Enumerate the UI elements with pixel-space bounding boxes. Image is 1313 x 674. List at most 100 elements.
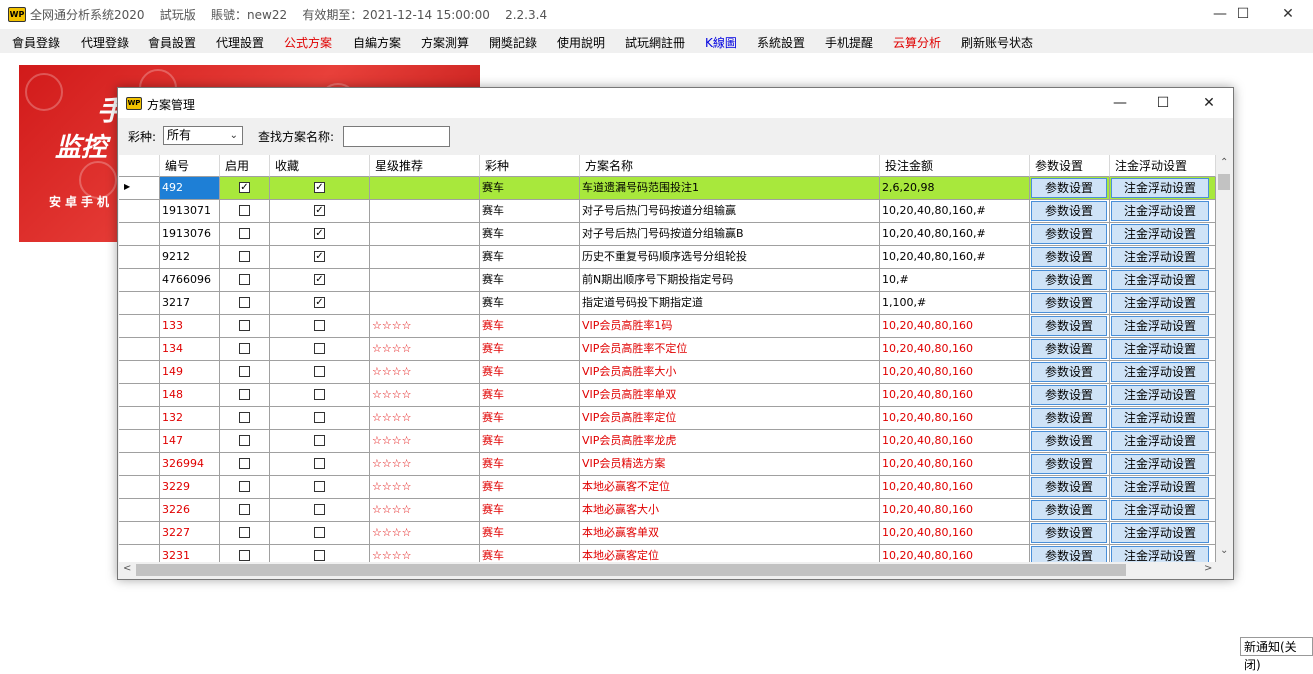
horizontal-scrollbar[interactable]: < > [119,562,1216,578]
row-header[interactable] [119,269,160,292]
horizontal-scroll-thumb[interactable] [136,564,1126,576]
enabled-checkbox[interactable] [239,366,250,377]
menu-item[interactable]: 系統設置 [757,34,805,51]
menu-item[interactable]: 試玩網註冊 [625,34,685,51]
vertical-scrollbar[interactable]: ⌃ ⌄ [1216,155,1232,562]
table-row[interactable]: 326994 ☆☆☆☆ 赛车 VIP会员精选方案 10,20,40,80,160 参数设置… [119,453,1216,476]
bet-float-settings-button[interactable]: 注金浮动设置 [1111,270,1209,290]
table-row[interactable]: 1913071 ✓ 赛车 对子号后热门号码按道分组输赢 10,20,40,80,160,… [119,200,1216,223]
favorite-checkbox[interactable] [314,320,325,331]
bet-float-settings-button[interactable]: 注金浮动设置 [1111,523,1209,543]
menu-item[interactable]: 代理設置 [216,34,264,51]
favorite-checkbox[interactable] [314,481,325,492]
scroll-up-icon[interactable]: ⌃ [1220,157,1228,168]
bet-float-settings-button[interactable]: 注金浮动设置 [1111,362,1209,382]
menu-item[interactable]: 手机提醒 [825,34,873,51]
params-settings-button[interactable]: 参数设置 [1031,201,1107,221]
favorite-checkbox[interactable] [314,435,325,446]
search-input[interactable] [343,126,450,147]
row-header[interactable] [119,407,160,430]
bet-float-settings-button[interactable]: 注金浮动设置 [1111,454,1209,474]
params-settings-button[interactable]: 参数设置 [1031,408,1107,428]
enabled-checkbox[interactable] [239,527,250,538]
menu-item[interactable]: 使用說明 [557,34,605,51]
favorite-checkbox[interactable] [314,458,325,469]
enabled-checkbox[interactable] [239,297,250,308]
column-header[interactable]: 彩种 [480,155,580,177]
favorite-checkbox[interactable] [314,504,325,515]
enabled-checkbox[interactable] [239,205,250,216]
bet-float-settings-button[interactable]: 注金浮动设置 [1111,431,1209,451]
scroll-right-icon[interactable]: > [1204,563,1212,574]
params-settings-button[interactable]: 参数设置 [1031,293,1107,313]
favorite-checkbox[interactable] [314,389,325,400]
row-header[interactable] [119,246,160,269]
bet-float-settings-button[interactable]: 注金浮动设置 [1111,546,1209,562]
column-header[interactable]: 收藏 [270,155,370,177]
row-header[interactable] [119,453,160,476]
enabled-checkbox[interactable]: ✓ [239,182,250,193]
favorite-checkbox[interactable]: ✓ [314,182,325,193]
enabled-checkbox[interactable] [239,343,250,354]
favorite-checkbox[interactable]: ✓ [314,205,325,216]
favorite-checkbox[interactable] [314,550,325,561]
bet-float-settings-button[interactable]: 注金浮动设置 [1111,477,1209,497]
enabled-checkbox[interactable] [239,251,250,262]
row-header[interactable] [119,200,160,223]
table-row[interactable]: 4766096 ✓ 赛车 前N期出顺序号下期投指定号码 10,# 参数设置 注金浮动设置 [119,269,1216,292]
row-header[interactable]: ▶ [119,177,160,200]
enabled-checkbox[interactable] [239,412,250,423]
table-row[interactable]: ▶ 492 ✓ ✓ 赛车 车道遗漏号码范围投注1 2,6,20,98 参数设置 注金浮动设置 [119,177,1216,200]
scroll-left-icon[interactable]: < [123,563,131,574]
favorite-checkbox[interactable]: ✓ [314,297,325,308]
table-row[interactable]: 3217 ✓ 赛车 指定道号码投下期指定道 1,100,# 参数设置 注金浮动设置 [119,292,1216,315]
params-settings-button[interactable]: 参数设置 [1031,431,1107,451]
column-header[interactable]: 参数设置 [1030,155,1110,177]
params-settings-button[interactable]: 参数设置 [1031,339,1107,359]
bet-float-settings-button[interactable]: 注金浮动设置 [1111,178,1209,198]
params-settings-button[interactable]: 参数设置 [1031,178,1107,198]
enabled-checkbox[interactable] [239,389,250,400]
favorite-checkbox[interactable]: ✓ [314,274,325,285]
menu-item[interactable]: K線圖 [705,34,737,51]
menu-item[interactable]: 會員登錄 [12,34,60,51]
column-header[interactable]: 注金浮动设置 [1110,155,1216,177]
params-settings-button[interactable]: 参数设置 [1031,224,1107,244]
row-header[interactable] [119,223,160,246]
scroll-down-icon[interactable]: ⌄ [1220,545,1228,556]
row-header[interactable] [119,522,160,545]
dialog-minimize-button[interactable]: — [1097,88,1143,118]
table-row[interactable]: 148 ☆☆☆☆ 赛车 VIP会员高胜率单双 10,20,40,80,160 参数设置 注金… [119,384,1216,407]
bet-float-settings-button[interactable]: 注金浮动设置 [1111,247,1209,267]
menu-item[interactable]: 方案測算 [421,34,469,51]
row-header[interactable] [119,499,160,522]
enabled-checkbox[interactable] [239,320,250,331]
favorite-checkbox[interactable] [314,527,325,538]
table-row[interactable]: 1913076 ✓ 赛车 对子号后热门号码按道分组输赢B 10,20,40,80,160… [119,223,1216,246]
bet-float-settings-button[interactable]: 注金浮动设置 [1111,201,1209,221]
dialog-maximize-button[interactable]: ☐ [1140,88,1186,118]
bet-float-settings-button[interactable]: 注金浮动设置 [1111,500,1209,520]
menu-item[interactable]: 公式方案 [284,34,332,51]
row-header[interactable] [119,430,160,453]
row-header[interactable] [119,361,160,384]
row-header[interactable] [119,384,160,407]
favorite-checkbox[interactable] [314,412,325,423]
column-header[interactable]: 编号 [160,155,220,177]
params-settings-button[interactable]: 参数设置 [1031,247,1107,267]
params-settings-button[interactable]: 参数设置 [1031,477,1107,497]
lottery-select[interactable]: 所有 ⌄ [163,126,243,145]
enabled-checkbox[interactable] [239,504,250,515]
new-notification-button[interactable]: 新通知(关闭) [1240,637,1313,672]
enabled-checkbox[interactable] [239,435,250,446]
enabled-checkbox[interactable] [239,228,250,239]
table-row[interactable]: 3227 ☆☆☆☆ 赛车 本地必赢客单双 10,20,40,80,160 参数设置 注金浮动… [119,522,1216,545]
params-settings-button[interactable]: 参数设置 [1031,546,1107,562]
params-settings-button[interactable]: 参数设置 [1031,454,1107,474]
row-header[interactable] [119,292,160,315]
row-header[interactable] [119,545,160,562]
enabled-checkbox[interactable] [239,481,250,492]
table-row[interactable]: 133 ☆☆☆☆ 赛车 VIP会员高胜率1码 10,20,40,80,160 参数设置 注金… [119,315,1216,338]
params-settings-button[interactable]: 参数设置 [1031,500,1107,520]
enabled-checkbox[interactable] [239,274,250,285]
